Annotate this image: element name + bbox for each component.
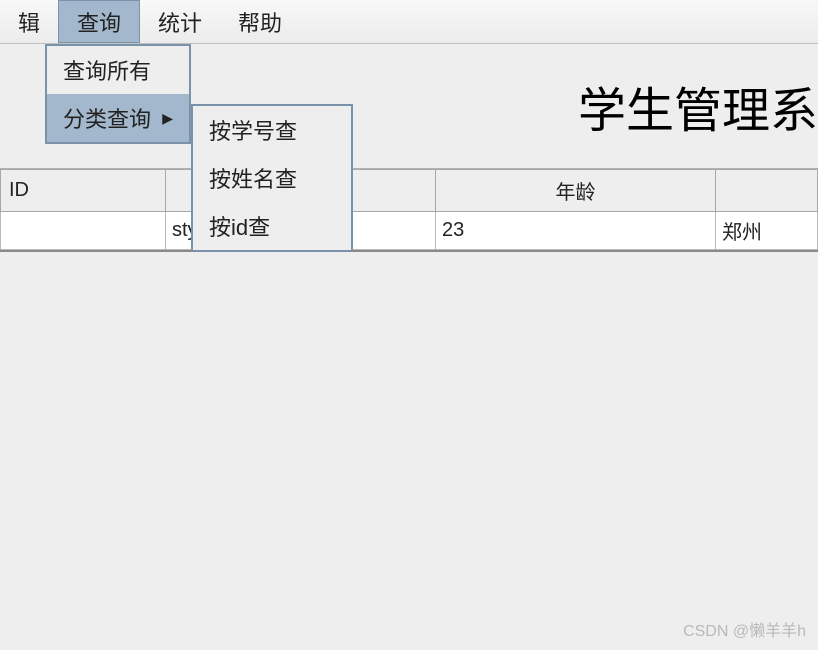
dropdown-label: 查询所有: [63, 54, 151, 86]
submenu-arrow-icon: ▶: [162, 110, 173, 127]
menubar: 辑 查询 统计 帮助: [0, 0, 818, 44]
dropdown-label: 分类查询: [63, 102, 151, 134]
menu-help[interactable]: 帮助: [220, 0, 300, 43]
cell-id[interactable]: [1, 212, 166, 250]
submenu-by-name[interactable]: 按姓名查: [193, 154, 351, 202]
table-container: ID 年龄 sty 23 郑州: [0, 169, 818, 650]
table-empty-area: [0, 250, 818, 650]
col-age[interactable]: 年龄: [436, 170, 716, 212]
submenu-by-id[interactable]: 按id查: [193, 202, 351, 250]
table-row[interactable]: sty 23 郑州: [1, 212, 818, 250]
menu-query[interactable]: 查询: [58, 0, 140, 43]
cell-age[interactable]: 23: [436, 212, 716, 250]
dropdown-category-query[interactable]: 分类查询 ▶: [47, 94, 189, 142]
dropdown-query-all[interactable]: 查询所有: [47, 46, 189, 94]
menu-stats[interactable]: 统计: [140, 0, 220, 43]
category-submenu: 按学号查 按姓名查 按id查: [191, 104, 353, 252]
col-3[interactable]: [716, 170, 818, 212]
submenu-by-student-id[interactable]: 按学号查: [193, 106, 351, 154]
menu-edit[interactable]: 辑: [0, 0, 58, 43]
watermark: CSDN @懒羊羊h: [683, 617, 806, 641]
col-id[interactable]: ID: [1, 170, 166, 212]
query-dropdown: 查询所有 分类查询 ▶: [45, 44, 191, 144]
submenu-label: 按姓名查: [209, 162, 297, 194]
submenu-label: 按学号查: [209, 114, 297, 146]
table-header-row: ID 年龄: [1, 170, 818, 212]
submenu-label: 按id查: [209, 210, 270, 242]
data-table: ID 年龄 sty 23 郑州: [0, 169, 818, 250]
cell-3[interactable]: 郑州: [716, 212, 818, 250]
